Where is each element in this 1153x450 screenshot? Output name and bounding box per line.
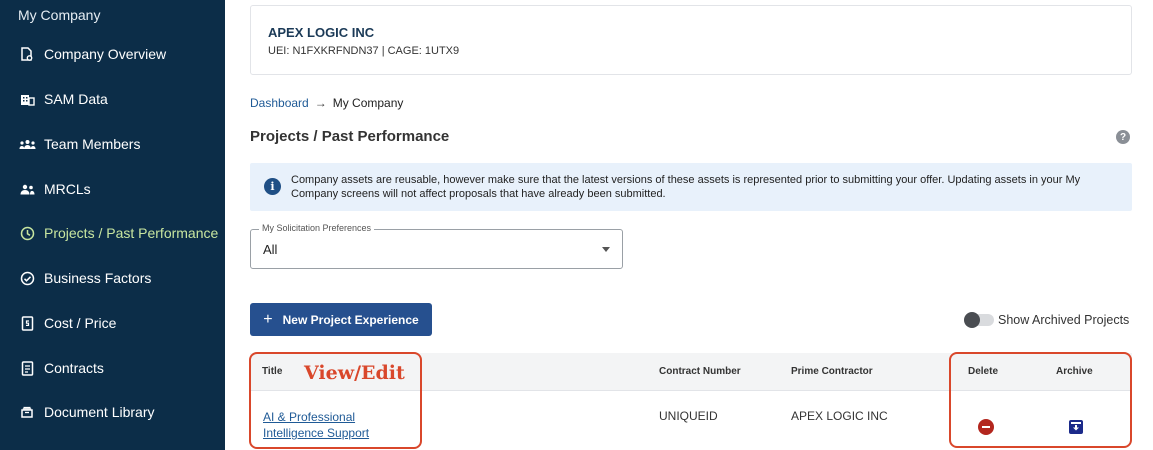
sidebar-item-label: Cost / Price [44, 315, 117, 331]
show-archived-toggle[interactable]: Show Archived Projects [964, 312, 1130, 328]
sidebar-item-business-factors[interactable]: Business Factors [0, 258, 225, 298]
building-icon [18, 90, 36, 108]
sidebar-item-document-library[interactable]: Document Library [0, 392, 225, 432]
sidebar: My Company Company Overview SAM Data Tea… [0, 0, 225, 450]
sidebar-item-label: Projects / Past Performance [44, 225, 219, 241]
check-circle-icon [18, 269, 36, 287]
select-value: All [263, 242, 278, 257]
breadcrumb-arrow-icon: → [314, 96, 327, 110]
caret-down-icon [602, 247, 610, 252]
breadcrumb: Dashboard → My Company [250, 96, 403, 110]
sidebar-item-projects-past-performance[interactable]: Projects / Past Performance [0, 213, 225, 253]
sidebar-item-label: Business Factors [44, 270, 152, 286]
column-header-delete: Delete [968, 366, 999, 377]
sidebar-item-team-members[interactable]: Team Members [0, 124, 225, 164]
sidebar-item-cost-price[interactable]: Cost / Price [0, 303, 225, 343]
sidebar-item-sam-data[interactable]: SAM Data [0, 79, 225, 119]
column-header-contract-number: Contract Number [659, 366, 741, 377]
library-icon [18, 403, 36, 421]
company-identifiers: UEI: N1FXKRFNDN37 | CAGE: 1UTX9 [268, 45, 460, 57]
toggle-track[interactable] [964, 312, 994, 328]
page-title: Projects / Past Performance [250, 128, 450, 145]
delete-icon[interactable] [978, 419, 994, 435]
dollar-document-icon [18, 314, 36, 332]
sidebar-item-label: Company Overview [44, 46, 167, 62]
new-project-experience-button[interactable]: + New Project Experience [250, 303, 432, 336]
column-header-title: Title [262, 366, 283, 377]
table-row: AI & Professional Intelligence Support U… [250, 395, 1132, 450]
sidebar-header: My Company [18, 7, 101, 23]
help-icon[interactable]: ? [1116, 130, 1130, 144]
solicitation-preferences-select[interactable]: My Solicitation Preferences All [250, 223, 623, 269]
column-header-archive: Archive [1056, 366, 1093, 377]
history-icon [18, 224, 36, 242]
info-banner: i Company assets are reusable, however m… [250, 163, 1132, 211]
info-icon: i [264, 178, 281, 195]
sidebar-item-contracts[interactable]: Contracts [0, 348, 225, 388]
sidebar-item-label: Document Library [44, 404, 155, 420]
prime-contractor-cell: APEX LOGIC INC [791, 409, 888, 423]
sidebar-item-company-overview[interactable]: Company Overview [0, 34, 225, 74]
sidebar-item-label: Team Members [44, 136, 141, 152]
project-title-link[interactable]: AI & Professional Intelligence Support [263, 409, 403, 441]
annotation-label: View/Edit [304, 362, 405, 384]
people-icon [18, 180, 36, 198]
company-card: APEX LOGIC INC UEI: N1FXKRFNDN37 | CAGE:… [250, 5, 1132, 75]
info-text: Company assets are reusable, however mak… [291, 174, 1081, 200]
breadcrumb-current: My Company [332, 96, 404, 110]
sidebar-item-label: MRCLs [44, 181, 91, 197]
document-gear-icon [18, 45, 36, 63]
select-label: My Solicitation Preferences [259, 223, 375, 233]
sidebar-item-label: SAM Data [44, 91, 108, 107]
sidebar-item-mrcls[interactable]: MRCLs [0, 169, 225, 209]
sidebar-item-label: Contracts [44, 360, 104, 376]
team-icon [18, 135, 36, 153]
button-label: New Project Experience [282, 312, 419, 327]
breadcrumb-dashboard-link[interactable]: Dashboard [250, 96, 309, 110]
contract-number-cell: UNIQUEID [659, 409, 718, 423]
column-header-prime-contractor: Prime Contractor [791, 366, 873, 377]
toggle-thumb [964, 312, 980, 328]
contract-icon [18, 359, 36, 377]
company-name: APEX LOGIC INC [268, 25, 375, 40]
plus-icon: + [263, 310, 273, 328]
archive-icon[interactable] [1068, 419, 1084, 435]
toggle-label: Show Archived Projects [998, 313, 1130, 327]
